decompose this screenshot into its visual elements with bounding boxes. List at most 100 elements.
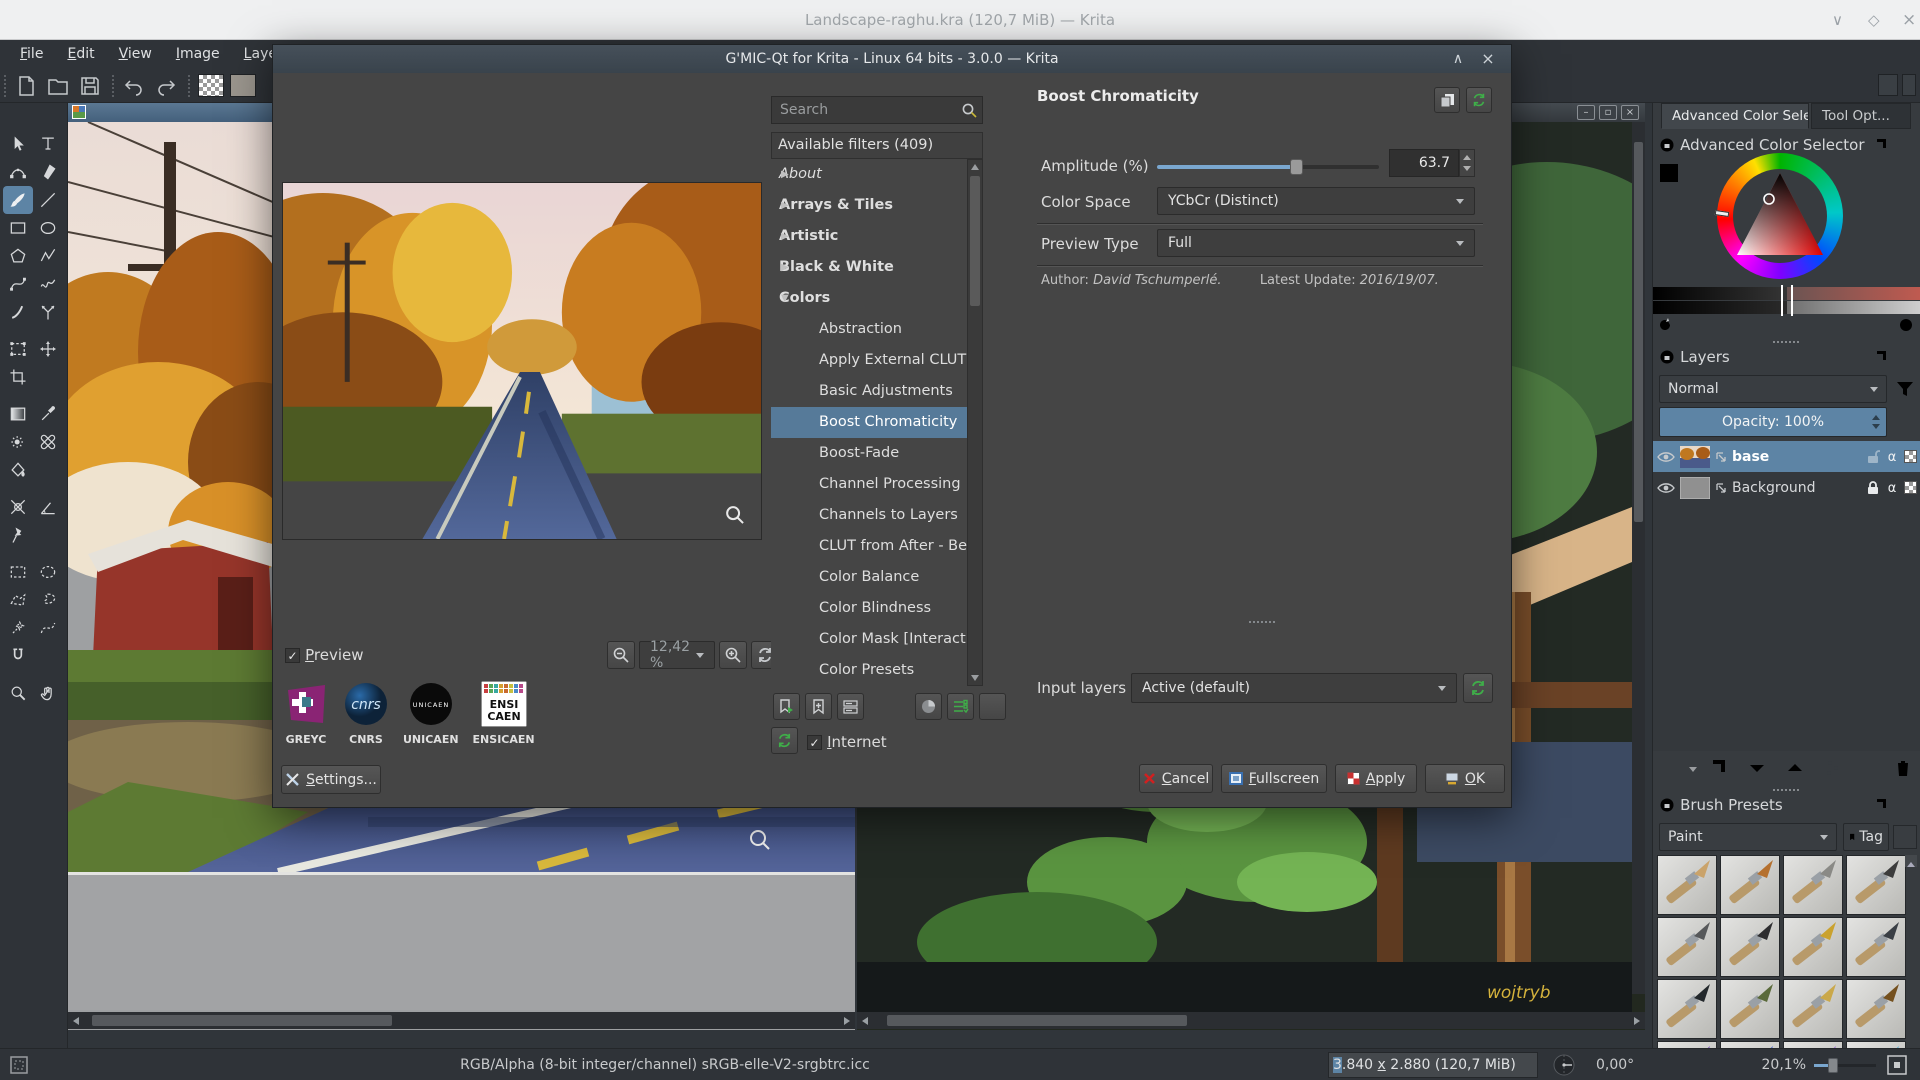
brush-preset[interactable] bbox=[1720, 855, 1780, 915]
tool-rectangle[interactable] bbox=[3, 214, 33, 242]
opacity-slider[interactable]: Opacity: 100% bbox=[1659, 407, 1887, 437]
toolbar-grip[interactable] bbox=[4, 75, 6, 97]
move-layer-up-icon[interactable] bbox=[1783, 756, 1807, 780]
refresh-shades-icon[interactable] bbox=[1657, 317, 1673, 333]
filter-item-clut-from-after-before[interactable]: CLUT from After - Before bbox=[771, 531, 967, 562]
pane-splitter-handle[interactable] bbox=[1249, 621, 1275, 623]
chevron-right-icon[interactable]: ▶ bbox=[781, 159, 789, 190]
tool-measure[interactable] bbox=[33, 493, 63, 521]
brush-preset[interactable] bbox=[1657, 979, 1717, 1039]
filter-item-arrays-tiles[interactable]: ▶ Arrays & Tiles bbox=[771, 190, 967, 221]
blend-mode-dropdown[interactable]: Normal bbox=[1659, 375, 1887, 403]
subwindow-minimize-icon[interactable]: – bbox=[1577, 105, 1595, 120]
amplitude-spinbox[interactable]: 63.7 bbox=[1389, 149, 1459, 177]
filter-item-color-mask-interactive-[interactable]: Color Mask [Interactive] bbox=[771, 624, 967, 655]
cancel-button[interactable]: Cancel bbox=[1139, 764, 1213, 793]
layer-row-base[interactable]: base α bbox=[1653, 441, 1920, 472]
tool-line[interactable] bbox=[33, 186, 63, 214]
add-layer-icon[interactable] bbox=[1661, 756, 1685, 780]
filter-item-basic-adjustments[interactable]: Basic Adjustments bbox=[771, 376, 967, 407]
gradient-swatch[interactable] bbox=[230, 74, 256, 97]
brush-preset[interactable] bbox=[1846, 917, 1906, 977]
filter-item-channel-processing[interactable]: Channel Processing bbox=[771, 469, 967, 500]
tool-polygon[interactable] bbox=[3, 242, 33, 270]
close-docker-icon[interactable] bbox=[1897, 798, 1911, 812]
alpha-icon[interactable]: α bbox=[1885, 449, 1899, 464]
redo-icon[interactable] bbox=[154, 74, 178, 98]
hue-ring[interactable] bbox=[1714, 153, 1843, 279]
scrollbar-thumb[interactable] bbox=[887, 1015, 1187, 1026]
scrollbar-thumb[interactable] bbox=[970, 176, 980, 306]
tool-ellipse-select[interactable] bbox=[33, 558, 63, 586]
tool-reference-images[interactable] bbox=[3, 521, 33, 549]
tool-dynamic-brush[interactable] bbox=[3, 298, 33, 326]
docker-lock-icon[interactable] bbox=[1659, 137, 1675, 153]
filter-item-abstraction[interactable]: Abstraction bbox=[771, 314, 967, 345]
open-document-icon[interactable] bbox=[46, 74, 70, 98]
tool-text[interactable] bbox=[33, 130, 63, 158]
brush-preset[interactable] bbox=[1846, 979, 1906, 1039]
lock-icon[interactable] bbox=[1866, 480, 1880, 495]
tool-move[interactable] bbox=[33, 335, 63, 363]
filter-item-color-presets[interactable]: Color Presets bbox=[771, 655, 967, 686]
spin-down-icon[interactable] bbox=[1872, 424, 1880, 429]
menu-edit[interactable]: Edit bbox=[57, 43, 104, 65]
brush-category-dropdown[interactable]: Paint bbox=[1659, 823, 1837, 851]
close-docker-icon[interactable] bbox=[1897, 350, 1911, 364]
preview-zoom-out-button[interactable] bbox=[607, 641, 635, 669]
gmic-close-icon[interactable]: × bbox=[1477, 45, 1499, 73]
chevron-right-icon[interactable]: ▶ bbox=[781, 221, 789, 252]
preview-zoom-dropdown[interactable]: 12,42 % bbox=[639, 639, 715, 671]
image-size-field[interactable]: 3.840 x 2.880 (120,7 MiB) bbox=[1328, 1052, 1538, 1078]
scrollbar-thumb[interactable] bbox=[92, 1015, 392, 1026]
subwindow-close-icon[interactable]: × bbox=[1621, 105, 1639, 120]
unlock-icon[interactable] bbox=[1866, 449, 1880, 464]
brush-grid-scroll-up[interactable] bbox=[1905, 855, 1917, 867]
filter-item-color-blindness[interactable]: Color Blindness bbox=[771, 593, 967, 624]
inherit-alpha-icon[interactable] bbox=[1904, 450, 1917, 463]
layer-properties-icon[interactable] bbox=[1821, 756, 1845, 780]
gmic-shade-icon[interactable]: ∧ bbox=[1447, 45, 1469, 73]
minimize-icon[interactable]: ∨ bbox=[1832, 0, 1843, 40]
float-docker-icon[interactable] bbox=[1873, 798, 1887, 812]
scrollbar-thumb[interactable] bbox=[1634, 142, 1643, 522]
tool-ellipse[interactable] bbox=[33, 214, 63, 242]
refresh-layers-button[interactable] bbox=[1463, 673, 1493, 703]
tool-freehand-select[interactable] bbox=[33, 586, 63, 614]
tag-button[interactable]: Tag bbox=[1843, 823, 1889, 851]
brush-preset[interactable] bbox=[1783, 855, 1843, 915]
tool-smart-patch[interactable] bbox=[33, 428, 63, 456]
filter-item-boost-chromaticity[interactable]: Boost Chromaticity bbox=[771, 407, 967, 438]
canvas-rotation-dial-icon[interactable] bbox=[1552, 1053, 1576, 1077]
tool-polyline[interactable] bbox=[33, 242, 63, 270]
zoom-slider[interactable] bbox=[1814, 1058, 1876, 1073]
tool-shape-edit[interactable] bbox=[3, 158, 33, 186]
tool-assistants[interactable] bbox=[3, 493, 33, 521]
filter-item-channels-to-layers[interactable]: Channels to Layers bbox=[771, 500, 967, 531]
internet-checkbox[interactable]: ✓ Internet bbox=[807, 732, 887, 751]
scroll-up-icon[interactable] bbox=[971, 164, 979, 170]
zoom-slider-handle[interactable] bbox=[1827, 1058, 1838, 1073]
gmic-preview-image[interactable] bbox=[282, 182, 762, 540]
spin-up-icon[interactable] bbox=[1872, 415, 1880, 420]
delete-layer-icon[interactable] bbox=[1891, 756, 1915, 780]
brush-preset[interactable] bbox=[1846, 855, 1906, 915]
docker-lock-icon[interactable] bbox=[1659, 349, 1675, 365]
layer-filter-funnel-icon[interactable] bbox=[1893, 377, 1917, 401]
reset-parameters-button[interactable] bbox=[1466, 87, 1492, 113]
close-docker-icon[interactable] bbox=[1897, 138, 1911, 152]
brush-preset[interactable] bbox=[1657, 917, 1717, 977]
expand-list-button[interactable] bbox=[947, 693, 974, 720]
tool-poly-select[interactable] bbox=[3, 586, 33, 614]
filter-item-boost-fade[interactable]: Boost-Fade bbox=[771, 438, 967, 469]
chevron-right-icon[interactable]: ▶ bbox=[781, 252, 789, 283]
brush-list-menu-icon[interactable] bbox=[1893, 825, 1917, 849]
amplitude-slider[interactable] bbox=[1157, 159, 1379, 175]
sv-triangle[interactable] bbox=[1731, 169, 1829, 261]
layer-visible-icon[interactable] bbox=[1657, 450, 1675, 464]
hide-ui-icon[interactable] bbox=[1902, 74, 1916, 96]
brush-preset[interactable] bbox=[1783, 917, 1843, 977]
fit-view-icon[interactable] bbox=[1886, 1054, 1908, 1076]
tool-transform[interactable] bbox=[3, 335, 33, 363]
tab-tool-options[interactable]: Tool Opt... bbox=[1811, 103, 1911, 129]
